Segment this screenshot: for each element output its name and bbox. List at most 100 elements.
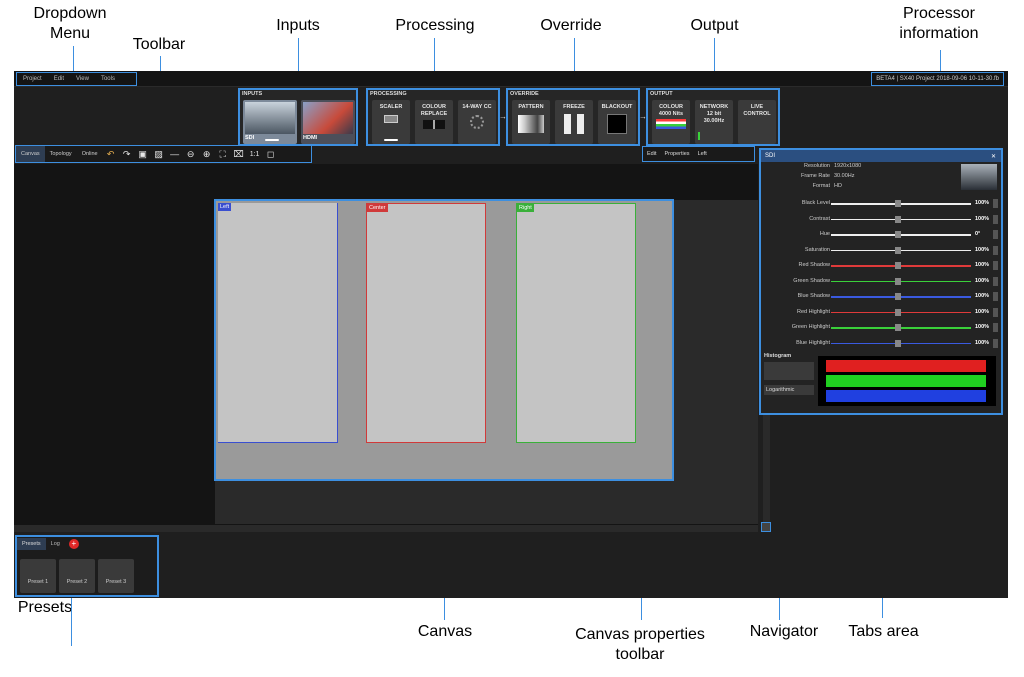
slider-handle[interactable]	[895, 215, 901, 223]
spinner-icon[interactable]	[993, 245, 998, 255]
menu-view[interactable]: View	[70, 73, 95, 85]
panel-tag: Left	[218, 203, 232, 211]
input-card-sdi[interactable]: SDI	[243, 100, 297, 144]
add-preset-icon[interactable]: +	[68, 539, 79, 549]
override-card-blackout[interactable]: BLACKOUT	[598, 100, 636, 144]
spinner-icon[interactable]	[993, 338, 998, 348]
preset-item[interactable]: Preset 2	[59, 559, 95, 593]
spinner-icon[interactable]	[993, 261, 998, 270]
tab-topology[interactable]: Topology	[45, 146, 77, 162]
close-icon[interactable]: ✕	[991, 153, 996, 160]
slider-track[interactable]	[831, 342, 971, 344]
callout-tabs-area: Tabs area	[848, 623, 919, 640]
frame-icon[interactable]: ◻	[265, 148, 277, 160]
left-button[interactable]: Left	[694, 151, 711, 157]
menu-tools[interactable]: Tools	[95, 73, 121, 85]
edit-button[interactable]: Edit	[643, 151, 660, 157]
slider-track[interactable]	[831, 327, 971, 329]
slider-track[interactable]	[831, 203, 971, 205]
input-card-hdmi[interactable]: HDMI	[301, 100, 355, 144]
card-label: NETWORK 12 bit 30.00Hz	[699, 104, 729, 124]
add-region-icon[interactable]: ▨	[153, 148, 165, 160]
canvas[interactable]: Left Center Right	[214, 199, 674, 481]
histogram-mode-select[interactable]: Logarithmic	[764, 385, 814, 395]
spinner-icon[interactable]	[993, 230, 998, 239]
slider-handle[interactable]	[895, 339, 901, 347]
horizontal-scrollbar[interactable]	[14, 525, 758, 532]
slider-value[interactable]: 100%	[975, 278, 989, 284]
slider-track[interactable]	[831, 249, 971, 251]
slider-value[interactable]: 100%	[975, 340, 989, 346]
spinner-icon[interactable]	[993, 292, 998, 301]
undo-icon[interactable]: ↶	[105, 148, 117, 160]
histogram-channel-select[interactable]	[764, 362, 814, 380]
slider-handle[interactable]	[895, 293, 901, 300]
slider-value[interactable]: 100%	[975, 262, 989, 268]
redo-icon[interactable]: ↷	[121, 148, 133, 160]
slider-value[interactable]: 100%	[975, 216, 989, 222]
zoom-out-icon[interactable]: ⊖	[185, 148, 197, 160]
slider-handle[interactable]	[895, 246, 901, 254]
preset-item[interactable]: Preset 1	[20, 559, 56, 593]
slider-handle[interactable]	[895, 262, 901, 269]
tab-sdi[interactable]: SDI	[765, 153, 775, 159]
canvas-panel-center[interactable]: Center	[366, 203, 486, 443]
slider-value[interactable]: 100%	[975, 293, 989, 299]
shrink-icon[interactable]: ⌧	[233, 148, 245, 160]
slider-handle[interactable]	[895, 308, 901, 316]
zoom-in-icon[interactable]: ⊕	[201, 148, 213, 160]
slider-track[interactable]	[831, 218, 971, 220]
slider-handle[interactable]	[895, 324, 901, 331]
slider-track[interactable]	[831, 265, 971, 267]
source-info: Resolution 1920x1080 Frame Rate 30.00Hz …	[761, 162, 1001, 196]
slider-handle[interactable]	[895, 277, 901, 285]
output-card-colour[interactable]: COLOUR 4000 Nits	[652, 100, 690, 144]
canvas-panel-left[interactable]: Left	[218, 203, 338, 443]
output-card-live-control[interactable]: LIVE CONTROL	[738, 100, 776, 144]
slider-handle[interactable]	[895, 231, 901, 238]
slider-value[interactable]: 100%	[975, 309, 989, 315]
menu-edit[interactable]: Edit	[48, 73, 70, 85]
slider-value[interactable]: 100%	[975, 324, 989, 330]
menu-project[interactable]: Project	[17, 73, 48, 85]
tab-presets[interactable]: Presets	[17, 538, 46, 550]
actual-size-icon[interactable]: 1:1	[249, 148, 261, 160]
add-layer-icon[interactable]: ▣	[137, 148, 149, 160]
slider-label: Green Highlight	[791, 324, 830, 330]
slider-track[interactable]	[831, 311, 971, 313]
slider-value[interactable]: 0°	[975, 231, 980, 237]
override-card-pattern[interactable]: PATTERN	[512, 100, 550, 144]
slider-track[interactable]	[831, 296, 971, 298]
input-active-indicator	[265, 139, 279, 141]
output-card-network[interactable]: NETWORK 12 bit 30.00Hz	[695, 100, 733, 144]
tab-online[interactable]: Online	[77, 146, 103, 162]
slider-value[interactable]: 100%	[975, 247, 989, 253]
fit-icon[interactable]: ⛶	[217, 148, 229, 160]
slider-label: Blue Shadow	[797, 293, 830, 299]
tab-log[interactable]: Log	[46, 538, 65, 550]
slider-track[interactable]	[831, 280, 971, 282]
preset-label: Preset 3	[105, 579, 127, 585]
slider-value[interactable]: 100%	[975, 200, 989, 206]
processing-card-scaler[interactable]: SCALER	[372, 100, 410, 144]
processing-card-14-way-cc[interactable]: 14-WAY CC	[458, 100, 496, 144]
dropdown-menu: Project Edit View Tools	[16, 72, 137, 86]
canvas-panel-right[interactable]: Right	[516, 203, 636, 443]
tabs-area: SDI ✕ Resolution 1920x1080 Frame Rate 30…	[759, 148, 1003, 415]
tab-canvas[interactable]: Canvas	[16, 146, 45, 162]
override-card-freeze[interactable]: FREEZE	[555, 100, 593, 144]
input-thumbnail	[303, 102, 353, 134]
spinner-icon[interactable]	[993, 307, 998, 317]
processing-card-colour-replace[interactable]: COLOUR REPLACE	[415, 100, 453, 144]
navigator[interactable]	[761, 522, 771, 532]
spinner-icon[interactable]	[993, 199, 998, 208]
spinner-icon[interactable]	[993, 276, 998, 286]
line-icon[interactable]: —	[169, 148, 181, 160]
slider-track[interactable]	[831, 234, 971, 236]
properties-button[interactable]: Properties	[660, 151, 693, 157]
preset-item[interactable]: Preset 3	[98, 559, 134, 593]
spinner-icon[interactable]	[993, 323, 998, 332]
colour-bars-icon	[656, 119, 686, 129]
spinner-icon[interactable]	[993, 214, 998, 224]
slider-handle[interactable]	[895, 200, 901, 207]
